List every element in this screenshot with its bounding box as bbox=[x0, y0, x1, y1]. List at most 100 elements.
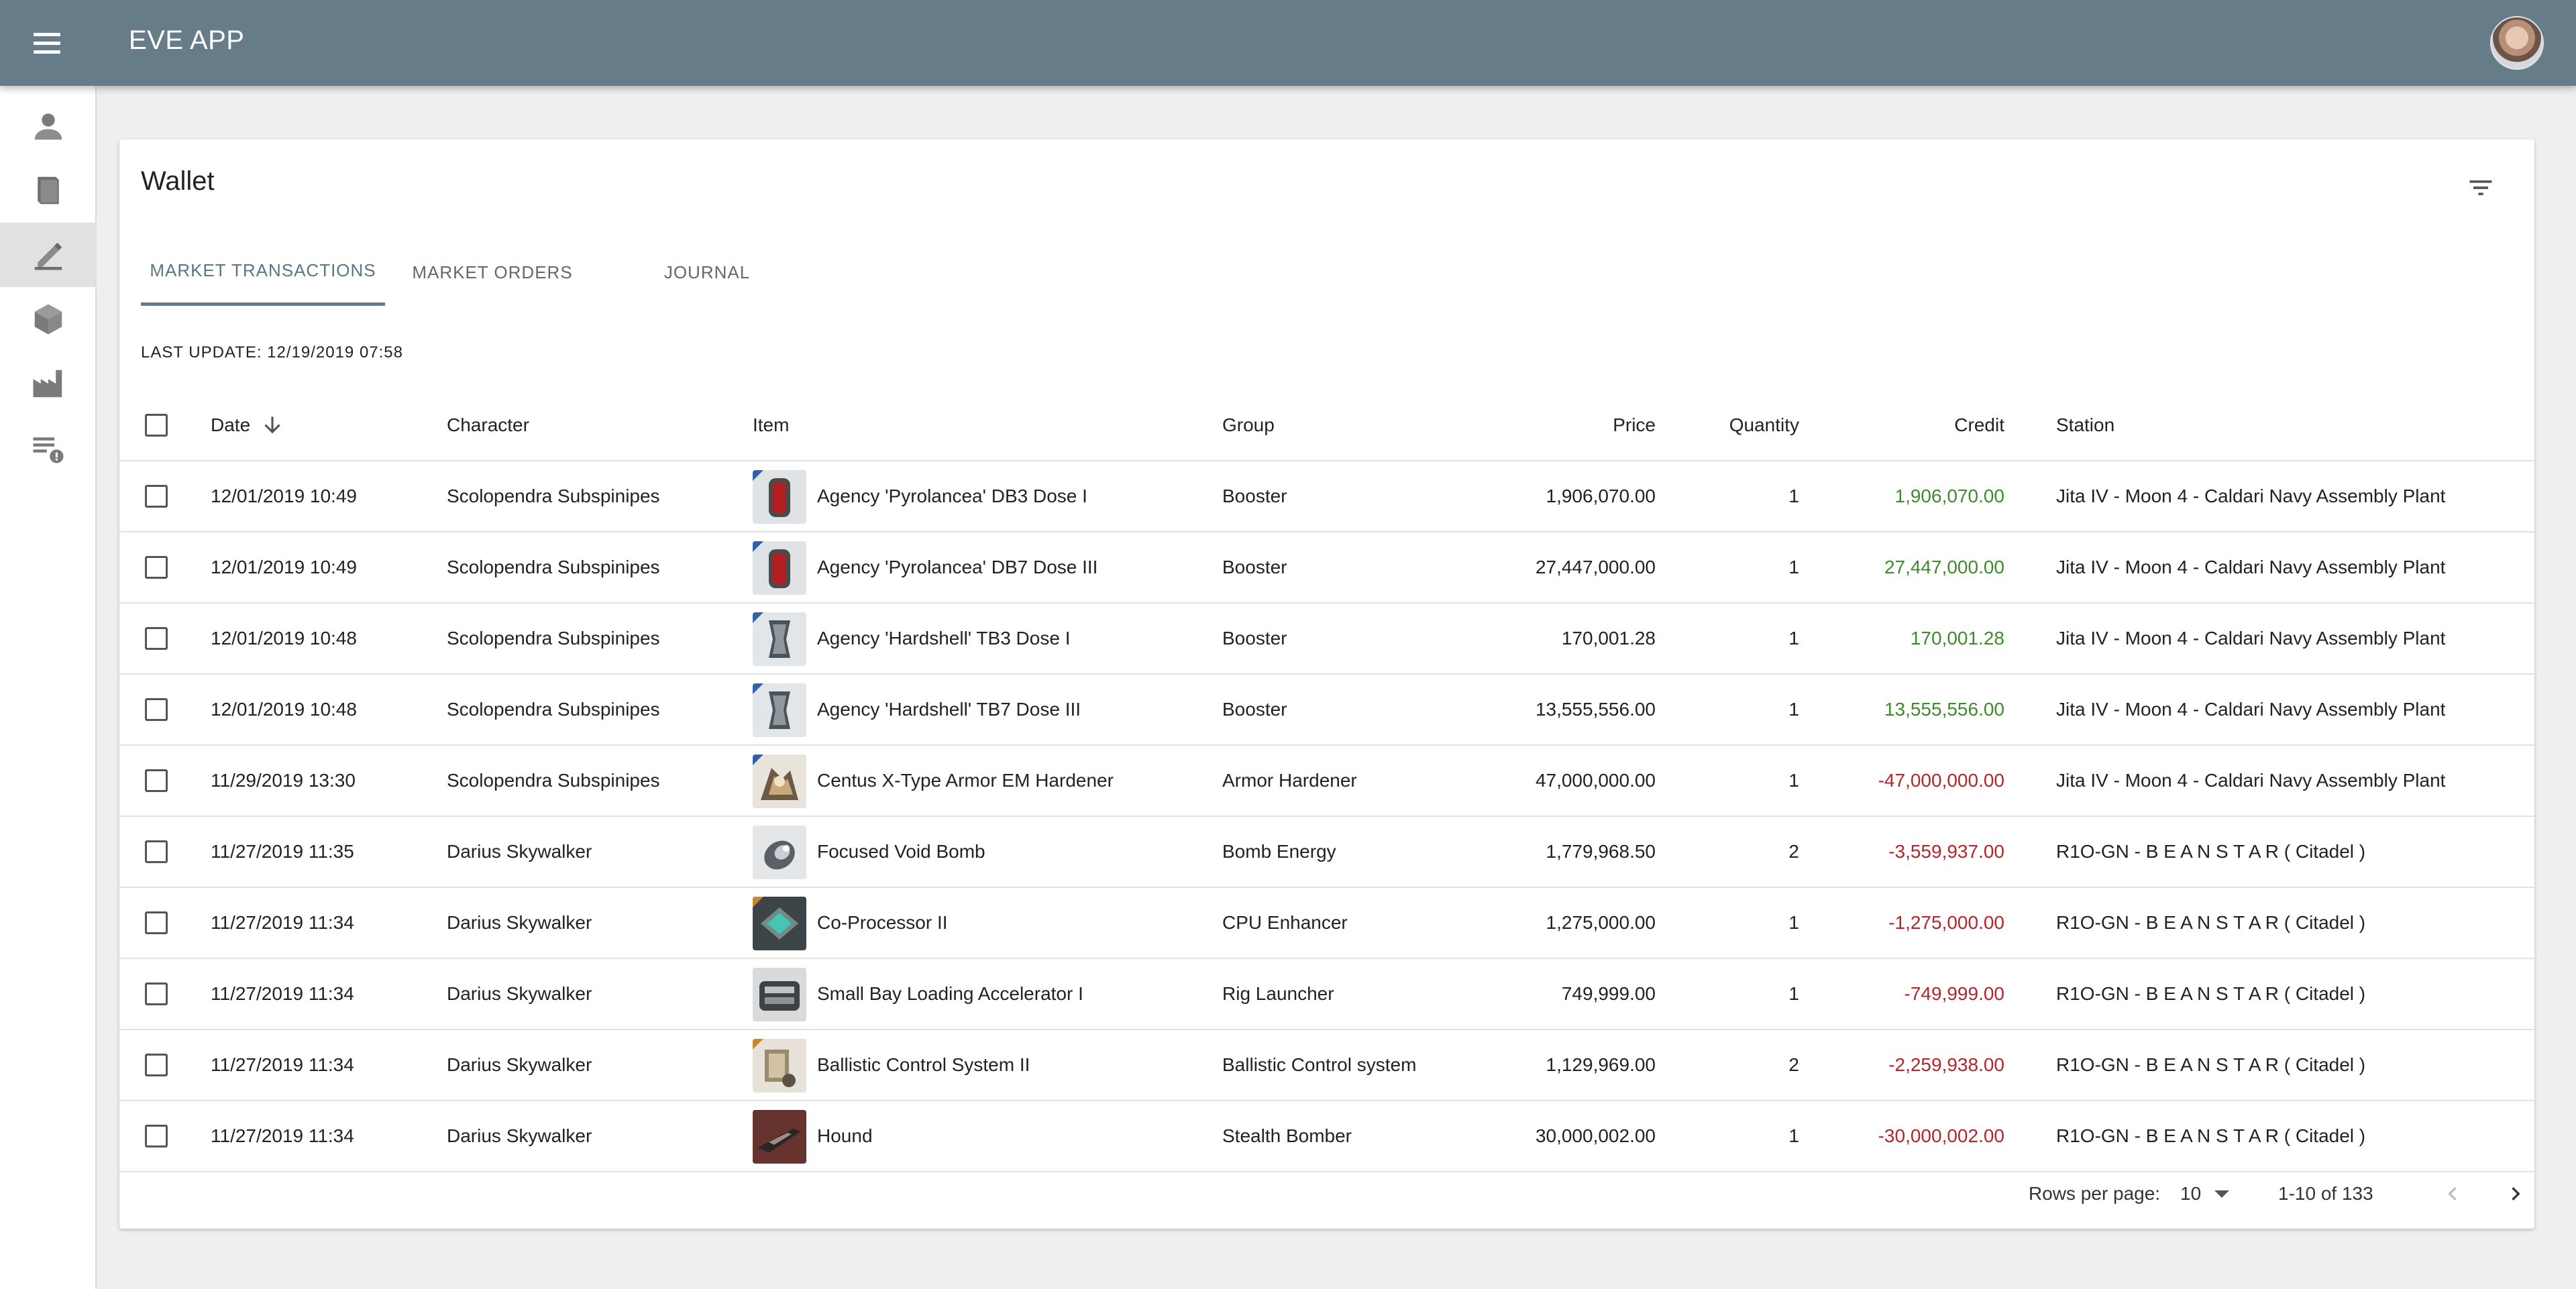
booster-grey-icon bbox=[753, 612, 806, 666]
cell-group: Bomb Energy bbox=[1222, 841, 1336, 862]
cell-date: 12/01/2019 10:48 bbox=[211, 699, 357, 720]
table-row[interactable]: 12/01/2019 10:48 Scolopendra Subspinipes… bbox=[119, 675, 2534, 746]
rows-per-page-select[interactable]: 10 bbox=[2180, 1159, 2230, 1229]
cell-credit: 170,001.28 bbox=[1910, 628, 2004, 649]
cell-station: R1O-GN - B E A N S T A R ( Citadel ) bbox=[2056, 1054, 2366, 1075]
cell-price: 170,001.28 bbox=[1561, 628, 1656, 649]
void-bomb-icon bbox=[753, 826, 806, 879]
cell-station: Jita IV - Moon 4 - Caldari Navy Assembly… bbox=[2056, 486, 2446, 506]
sidebar-item-character[interactable] bbox=[0, 94, 97, 158]
cell-price: 1,779,968.50 bbox=[1546, 841, 1656, 862]
next-page-button[interactable] bbox=[2498, 1176, 2533, 1211]
cell-price: 27,447,000.00 bbox=[1535, 557, 1656, 577]
cell-date: 12/01/2019 10:48 bbox=[211, 628, 357, 649]
table-row[interactable]: 12/01/2019 10:49 Scolopendra Subspinipes… bbox=[119, 533, 2534, 604]
table-row[interactable]: 11/27/2019 11:34 Darius Skywalker Ballis… bbox=[119, 1030, 2534, 1101]
table-row[interactable]: 11/29/2019 13:30 Scolopendra Subspinipes… bbox=[119, 746, 2534, 817]
sidebar-item-notifications[interactable] bbox=[0, 416, 97, 480]
row-checkbox[interactable] bbox=[145, 1054, 168, 1076]
cell-date: 11/27/2019 11:34 bbox=[211, 983, 354, 1004]
factory-icon bbox=[33, 370, 62, 398]
booster-grey-icon bbox=[753, 683, 806, 737]
cell-credit: 27,447,000.00 bbox=[1884, 557, 2004, 577]
cell-credit: -2,259,938.00 bbox=[1888, 1054, 2004, 1075]
cell-station: Jita IV - Moon 4 - Caldari Navy Assembly… bbox=[2056, 770, 2446, 791]
cell-station: R1O-GN - B E A N S T A R ( Citadel ) bbox=[2056, 841, 2366, 862]
sidebar bbox=[0, 86, 97, 1289]
menu-icon[interactable] bbox=[30, 27, 64, 59]
person-icon bbox=[34, 113, 62, 140]
cell-date: 11/27/2019 11:34 bbox=[211, 912, 354, 933]
previous-page-button[interactable] bbox=[2435, 1176, 2470, 1211]
cell-price: 1,906,070.00 bbox=[1546, 486, 1656, 506]
booster-red-icon bbox=[753, 470, 806, 524]
cell-character: Scolopendra Subspinipes bbox=[447, 557, 660, 577]
row-checkbox[interactable] bbox=[145, 698, 168, 721]
filter-button[interactable] bbox=[2462, 169, 2500, 207]
table-row[interactable]: 11/27/2019 11:35 Darius Skywalker Focuse… bbox=[119, 817, 2534, 888]
cell-group: Ballistic Control system bbox=[1222, 1054, 1417, 1075]
select-all-checkbox[interactable] bbox=[145, 414, 168, 437]
cell-price: 749,999.00 bbox=[1561, 983, 1656, 1004]
table-row[interactable]: 12/01/2019 10:48 Scolopendra Subspinipes… bbox=[119, 604, 2534, 675]
tab-market-transactions[interactable]: MARKET TRANSACTIONS bbox=[141, 239, 385, 306]
cell-character: Scolopendra Subspinipes bbox=[447, 628, 660, 649]
rows-per-page-value: 10 bbox=[2180, 1183, 2202, 1204]
column-header-price: Price bbox=[1613, 414, 1656, 435]
table-row[interactable]: 11/27/2019 11:34 Darius Skywalker Co-Pro… bbox=[119, 888, 2534, 959]
sidebar-item-skills[interactable] bbox=[0, 158, 97, 223]
book-icon bbox=[38, 176, 59, 205]
top-app-bar: EVE APP bbox=[0, 0, 2576, 86]
cell-group: Booster bbox=[1222, 557, 1287, 577]
arrow-down-icon[interactable] bbox=[260, 412, 285, 438]
cell-date: 11/27/2019 11:35 bbox=[211, 841, 354, 862]
cell-station: Jita IV - Moon 4 - Caldari Navy Assembly… bbox=[2056, 557, 2446, 577]
column-header-station: Station bbox=[2056, 414, 2115, 435]
cell-group: CPU Enhancer bbox=[1222, 912, 1348, 933]
booster-red-icon bbox=[753, 541, 806, 595]
row-checkbox[interactable] bbox=[145, 485, 168, 508]
cell-group: Booster bbox=[1222, 699, 1287, 720]
cell-group: Rig Launcher bbox=[1222, 983, 1334, 1004]
cell-item: Small Bay Loading Accelerator I bbox=[817, 983, 1083, 1004]
ship-hound-icon bbox=[753, 1110, 806, 1164]
row-checkbox[interactable] bbox=[145, 556, 168, 579]
cell-date: 11/29/2019 13:30 bbox=[211, 770, 356, 791]
cell-character: Scolopendra Subspinipes bbox=[447, 486, 660, 506]
cell-item: Agency 'Pyrolancea' DB3 Dose I bbox=[817, 486, 1087, 506]
cell-item: Agency 'Pyrolancea' DB7 Dose III bbox=[817, 557, 1098, 577]
table-row[interactable]: 11/27/2019 11:34 Darius Skywalker Small … bbox=[119, 959, 2534, 1030]
cell-credit: -1,275,000.00 bbox=[1888, 912, 2004, 933]
row-checkbox[interactable] bbox=[145, 840, 168, 863]
row-checkbox[interactable] bbox=[145, 769, 168, 792]
avatar[interactable] bbox=[2490, 16, 2544, 70]
cell-credit: -3,559,937.00 bbox=[1888, 841, 2004, 862]
column-header-date[interactable]: Date bbox=[211, 389, 345, 461]
tab-journal[interactable]: JOURNAL bbox=[600, 239, 814, 306]
sidebar-item-wallet[interactable] bbox=[0, 223, 97, 287]
sidebar-item-industry[interactable] bbox=[0, 351, 97, 416]
cell-date: 12/01/2019 10:49 bbox=[211, 557, 357, 577]
cell-character: Darius Skywalker bbox=[447, 841, 592, 862]
table-row[interactable]: 12/01/2019 10:49 Scolopendra Subspinipes… bbox=[119, 461, 2534, 533]
tab-market-orders[interactable]: MARKET ORDERS bbox=[385, 239, 600, 306]
row-checkbox[interactable] bbox=[145, 983, 168, 1005]
cell-item: Ballistic Control System II bbox=[817, 1054, 1030, 1075]
row-checkbox[interactable] bbox=[145, 1125, 168, 1147]
sidebar-item-assets[interactable] bbox=[0, 287, 97, 351]
row-checkbox[interactable] bbox=[145, 627, 168, 650]
rows-per-page-label: Rows per page: bbox=[2029, 1183, 2161, 1204]
cell-quantity: 1 bbox=[1788, 912, 1799, 933]
cell-station: Jita IV - Moon 4 - Caldari Navy Assembly… bbox=[2056, 628, 2446, 649]
cell-quantity: 1 bbox=[1788, 557, 1799, 577]
wallet-pen-icon bbox=[34, 243, 62, 270]
chevron-left-icon bbox=[2448, 1187, 2457, 1200]
row-checkbox[interactable] bbox=[145, 911, 168, 934]
cell-character: Scolopendra Subspinipes bbox=[447, 770, 660, 791]
cell-group: Booster bbox=[1222, 486, 1287, 506]
column-header-item: Item bbox=[753, 414, 790, 435]
chevron-down-icon bbox=[2214, 1190, 2230, 1198]
cell-date: 12/01/2019 10:49 bbox=[211, 486, 357, 506]
last-update-text: LAST UPDATE: 12/19/2019 07:58 bbox=[141, 343, 404, 361]
list-alert-icon bbox=[33, 437, 64, 463]
